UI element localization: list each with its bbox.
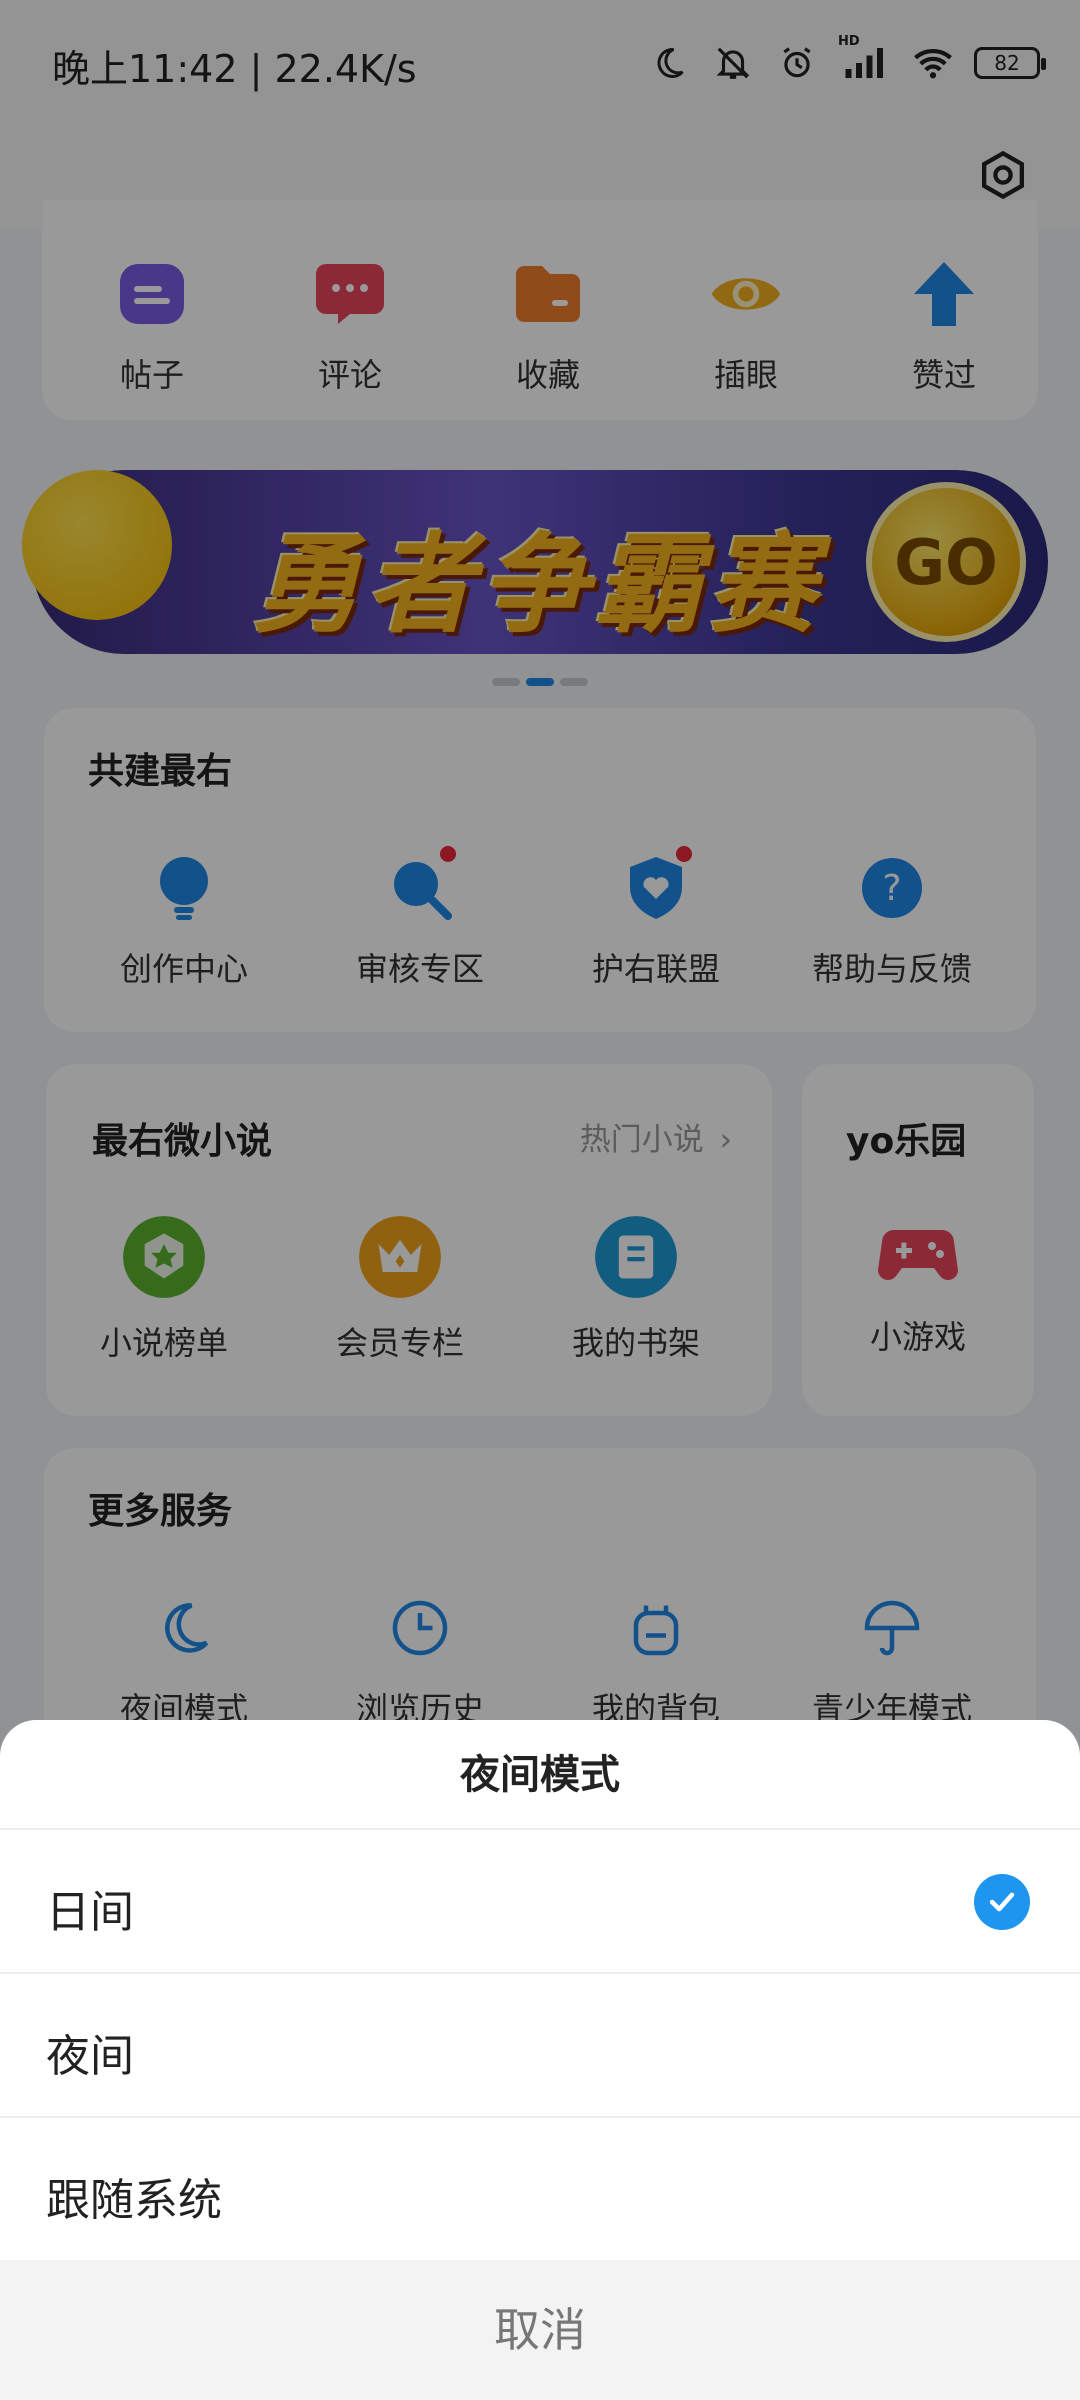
check-icon [974,1874,1030,1930]
night-mode-sheet: 夜间模式 日间 夜间 跟随系统 取消 [0,1720,1080,2400]
option-label: 日间 [46,1887,134,1938]
option-night[interactable]: 夜间 [0,1974,1080,2118]
option-day[interactable]: 日间 [0,1830,1080,1974]
cancel-button[interactable]: 取消 [0,2260,1080,2400]
option-follow-system[interactable]: 跟随系统 [0,2118,1080,2262]
option-label: 跟随系统 [46,2175,222,2226]
sheet-title: 夜间模式 [0,1720,1080,1830]
option-label: 夜间 [46,2031,134,2082]
